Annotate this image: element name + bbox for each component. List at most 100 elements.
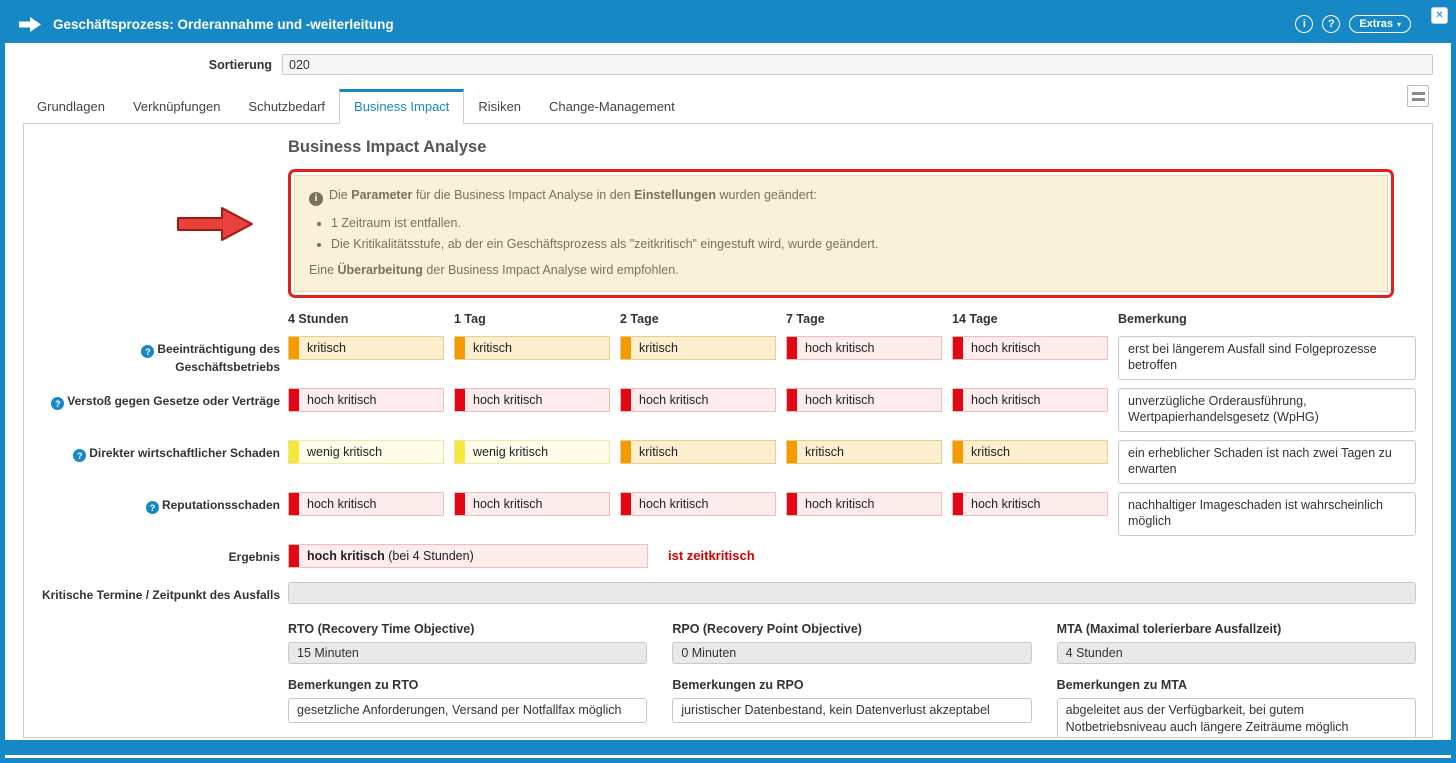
rpo-note-label: Bemerkungen zu RPO (672, 678, 1031, 692)
criticality-cell[interactable]: hoch kritisch (620, 388, 776, 412)
matrix-row-label-cell: ?Direkter wirtschaftlicher Schaden (34, 440, 280, 484)
result-row: Ergebnis hoch kritisch (bei 4 Stunden) i… (34, 544, 1416, 568)
kritische-termine-input[interactable] (288, 582, 1416, 604)
business-impact-panel: Business Impact Analyse iDie Parameter f… (23, 123, 1433, 738)
bemerkung-field[interactable]: unverzügliche Orderausführung, Wertpapie… (1118, 388, 1416, 432)
tab-business-impact[interactable]: Business Impact (339, 89, 464, 124)
criticality-label: hoch kritisch (963, 341, 1040, 355)
notice-text: der Business Impact Analyse wird empfohl… (423, 263, 679, 277)
sortierung-row: Sortierung (23, 54, 1433, 75)
criticality-label: hoch kritisch (963, 393, 1040, 407)
matrix-row-label-cell: ?Reputationsschaden (34, 492, 280, 536)
criticality-cell[interactable]: kritisch (952, 440, 1108, 464)
info-icon[interactable]: i (1295, 15, 1313, 33)
rto-input[interactable] (288, 642, 647, 664)
criticality-color-bar (621, 389, 631, 411)
criticality-cell[interactable]: kritisch (620, 440, 776, 464)
mta-column: MTA (Maximal tolerierbare Ausfallzeit) B… (1057, 622, 1416, 739)
criticality-cell[interactable]: kritisch (786, 440, 942, 464)
close-button[interactable]: ✕ (1431, 7, 1448, 24)
criticality-label: kritisch (299, 341, 346, 355)
criticality-cell[interactable]: hoch kritisch (454, 388, 610, 412)
rpo-label: RPO (Recovery Point Objective) (672, 622, 1031, 636)
criticality-cell[interactable]: hoch kritisch (620, 492, 776, 516)
app-window: Geschäftsprozess: Orderannahme und -weit… (0, 0, 1456, 763)
matrix-row-label: Beeinträchtigung des Geschäftsbetriebs (157, 342, 280, 375)
tab-schutzbedarf[interactable]: Schutzbedarf (234, 89, 339, 123)
matrix-header-row: 4 Stunden 1 Tag 2 Tage 7 Tage 14 Tage Be… (34, 312, 1416, 326)
matrix-row-label-cell: ?Beeinträchtigung des Geschäftsbetriebs (34, 336, 280, 380)
row-help-icon[interactable]: ? (146, 501, 159, 514)
column-header: 14 Tage (952, 312, 1108, 326)
criticality-cell[interactable]: hoch kritisch (786, 336, 942, 360)
rto-note-label: Bemerkungen zu RTO (288, 678, 647, 692)
tab-verknuepfungen[interactable]: Verknüpfungen (119, 89, 234, 123)
notice-intro-line: iDie Parameter für die Business Impact A… (309, 187, 1373, 206)
title-bar: Geschäftsprozess: Orderannahme und -weit… (5, 5, 1451, 43)
criticality-cell[interactable]: hoch kritisch (288, 388, 444, 412)
criticality-cell[interactable]: hoch kritisch (786, 388, 942, 412)
annotation-arrow-cell (34, 169, 280, 312)
caret-down-icon: ▾ (1397, 20, 1401, 29)
row-help-icon[interactable]: ? (141, 345, 154, 358)
process-arrow-icon (19, 17, 41, 32)
result-label: Ergebnis (229, 550, 280, 564)
rpo-column: RPO (Recovery Point Objective) Bemerkung… (672, 622, 1031, 739)
mta-note-field[interactable]: abgeleitet aus der Verfügbarkeit, bei gu… (1057, 698, 1416, 739)
column-header: 7 Tage (786, 312, 942, 326)
page-title: Geschäftsprozess: Orderannahme und -weit… (53, 17, 394, 32)
criticality-label: hoch kritisch (465, 393, 542, 407)
row-help-icon[interactable]: ? (51, 397, 64, 410)
section-heading: Business Impact Analyse (288, 138, 1416, 157)
criticality-cell[interactable]: hoch kritisch (288, 492, 444, 516)
criticality-cell[interactable]: kritisch (620, 336, 776, 360)
notice-text: Die (329, 188, 351, 202)
criticality-label: kritisch (631, 445, 678, 459)
matrix-row-label: Verstoß gegen Gesetze oder Verträge (67, 394, 280, 408)
rto-note-field[interactable]: gesetzliche Anforderungen, Versand per N… (288, 698, 647, 724)
bemerkung-field[interactable]: ein erheblicher Schaden ist nach zwei Ta… (1118, 440, 1416, 484)
result-value-rest: (bei 4 Stunden) (385, 549, 474, 563)
column-header: 2 Tage (620, 312, 776, 326)
tab-risiken[interactable]: Risiken (464, 89, 535, 123)
notice-text: für die Business Impact Analyse in den (412, 188, 634, 202)
footer-bar (5, 740, 1451, 755)
criticality-cell[interactable]: wenig kritisch (288, 440, 444, 464)
tab-change-management[interactable]: Change-Management (535, 89, 689, 123)
extras-button[interactable]: Extras ▾ (1349, 15, 1411, 33)
criticality-color-bar (289, 337, 299, 359)
bemerkung-field[interactable]: erst bei längerem Ausfall sind Folgeproz… (1118, 336, 1416, 380)
sortierung-input[interactable] (282, 54, 1433, 75)
criticality-label: kritisch (465, 341, 512, 355)
help-icon[interactable]: ? (1322, 15, 1340, 33)
criticality-color-bar (953, 493, 963, 515)
criticality-cell[interactable]: kritisch (288, 336, 444, 360)
matrix-row-label: Direkter wirtschaftlicher Schaden (89, 446, 280, 460)
criticality-color-bar (621, 493, 631, 515)
panel-toggle-icon[interactable] (1407, 85, 1429, 107)
criticality-label: wenig kritisch (299, 445, 382, 459)
criticality-cell[interactable]: hoch kritisch (952, 492, 1108, 516)
kritische-termine-row: Kritische Termine / Zeitpunkt des Ausfal… (34, 582, 1416, 604)
criticality-cell[interactable]: kritisch (454, 336, 610, 360)
criticality-cell[interactable]: hoch kritisch (786, 492, 942, 516)
criticality-cell[interactable]: hoch kritisch (952, 388, 1108, 412)
notice-text-bold: Überarbeitung (338, 263, 423, 277)
criticality-cell[interactable]: hoch kritisch (952, 336, 1108, 360)
rpo-input[interactable] (672, 642, 1031, 664)
notice-bullet: 1 Zeitraum ist entfallen. (331, 215, 1373, 233)
bemerkung-field[interactable]: nachhaltiger Imageschaden ist wahrschein… (1118, 492, 1416, 536)
mta-input[interactable] (1057, 642, 1416, 664)
matrix-row: ?Beeinträchtigung des Geschäftsbetriebs … (34, 336, 1416, 380)
criticality-cell[interactable]: wenig kritisch (454, 440, 610, 464)
tab-bar: Grundlagen Verknüpfungen Schutzbedarf Bu… (23, 89, 1433, 123)
mta-note-label: Bemerkungen zu MTA (1057, 678, 1416, 692)
criticality-cell[interactable]: hoch kritisch (454, 492, 610, 516)
rpo-note-field[interactable]: juristischer Datenbestand, kein Datenver… (672, 698, 1031, 724)
criticality-label: hoch kritisch (797, 497, 874, 511)
tab-grundlagen[interactable]: Grundlagen (23, 89, 119, 123)
extras-button-label: Extras (1359, 18, 1393, 30)
row-help-icon[interactable]: ? (73, 449, 86, 462)
recovery-section: RTO (Recovery Time Objective) Bemerkunge… (34, 620, 1416, 739)
criticality-color-bar (787, 493, 797, 515)
